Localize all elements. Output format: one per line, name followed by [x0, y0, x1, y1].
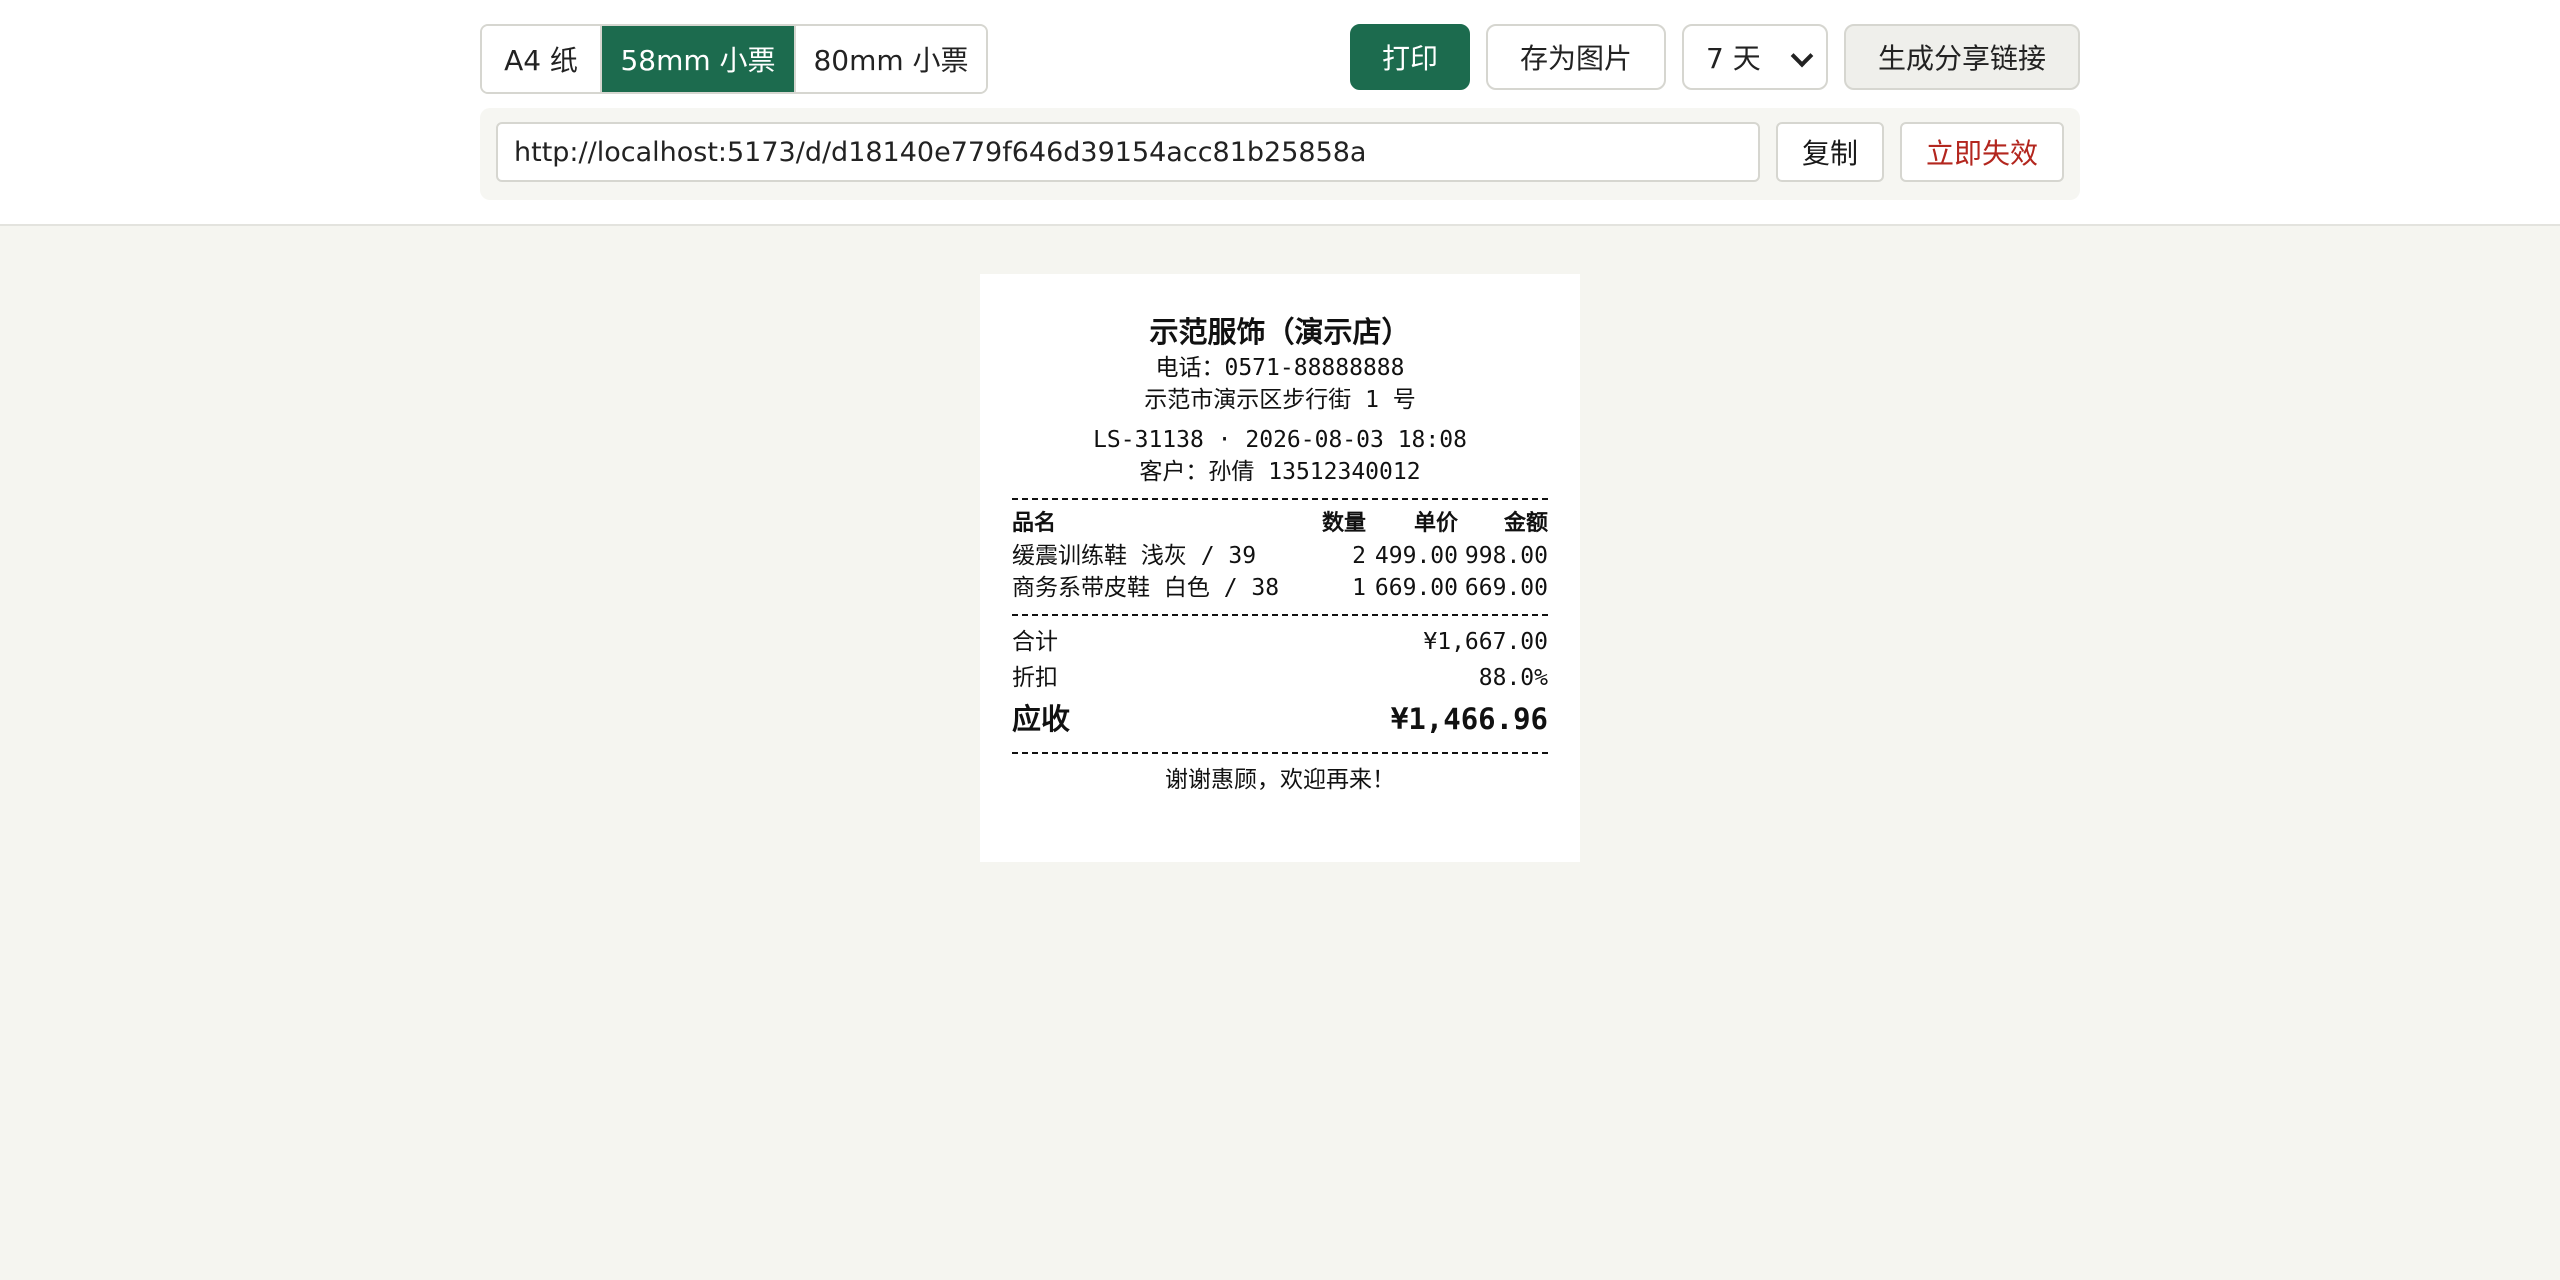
paper-size-selector: A4 纸 58mm 小票 80mm 小票	[480, 24, 988, 94]
divider	[1012, 752, 1548, 754]
shop-phone: 电话：0571-88888888	[1155, 355, 1405, 381]
item-amount: 669.00	[1464, 575, 1548, 601]
item-row: 商务系带皮鞋 白色 / 38 1 669.00 669.00	[1012, 572, 1548, 604]
share-url-input[interactable]	[496, 122, 1760, 182]
paper-option-a4[interactable]: A4 纸	[482, 26, 600, 92]
items-header: 品名 数量 单价 金额	[1012, 508, 1548, 540]
toolbar: A4 纸 58mm 小票 80mm 小票 打印 存为图片 7 天 生成分享链接 …	[0, 0, 2560, 226]
expiry-select[interactable]: 7 天	[1682, 24, 1828, 90]
expiry-select-value: 7 天	[1706, 42, 1761, 75]
shop-name: 示范服饰（演示店）	[1149, 315, 1411, 349]
save-image-button[interactable]: 存为图片	[1486, 24, 1666, 90]
customer-line: 客户：孙倩 13512340012	[1139, 459, 1421, 485]
thanks-message: 谢谢惠顾，欢迎再来！	[1165, 767, 1395, 793]
item-amount: 998.00	[1464, 543, 1548, 569]
header-amount: 金额	[1503, 511, 1548, 536]
subtotal-row: 合计 ¥1,667.00	[1012, 624, 1548, 660]
header-price: 单价	[1413, 511, 1458, 536]
subtotal-label: 合计	[1012, 629, 1058, 655]
copy-link-button[interactable]: 复制	[1776, 122, 1884, 182]
chevron-down-icon	[1790, 44, 1814, 68]
amount-due-value: ¥1,466.96	[1390, 702, 1548, 736]
amount-due-label: 应收	[1012, 702, 1071, 736]
item-name: 缓震训练鞋 浅灰 / 39	[1012, 543, 1257, 569]
item-row: 缓震训练鞋 浅灰 / 39 2 499.00 998.00	[1012, 540, 1548, 572]
amount-due-row: 应收 ¥1,466.96	[1012, 696, 1548, 742]
print-button[interactable]: 打印	[1350, 24, 1470, 90]
item-qty: 1	[1352, 575, 1366, 601]
revoke-link-button[interactable]: 立即失效	[1900, 122, 2064, 182]
order-line: LS-31138 · 2026-08-03 18:08	[1093, 427, 1467, 453]
paper-option-58mm[interactable]: 58mm 小票	[600, 26, 794, 92]
item-qty: 2	[1352, 543, 1366, 569]
receipt-preview: 示范服饰（演示店） 电话：0571-88888888 示范市演示区步行街 1 号…	[980, 274, 1580, 862]
generate-share-link-button[interactable]: 生成分享链接	[1844, 24, 2080, 90]
item-name: 商务系带皮鞋 白色 / 38	[1012, 575, 1280, 601]
header-qty: 数量	[1321, 511, 1366, 536]
divider	[1012, 614, 1548, 616]
paper-option-80mm[interactable]: 80mm 小票	[794, 26, 986, 92]
header-name: 品名	[1012, 511, 1057, 536]
subtotal-value: ¥1,667.00	[1423, 629, 1548, 655]
item-price: 669.00	[1374, 575, 1458, 601]
share-link-bar: 复制 立即失效	[480, 108, 2080, 200]
discount-row: 折扣 88.0%	[1012, 660, 1548, 696]
item-price: 499.00	[1374, 543, 1458, 569]
discount-value: 88.0%	[1478, 665, 1548, 691]
divider	[1012, 498, 1548, 500]
shop-address: 示范市演示区步行街 1 号	[1144, 387, 1416, 413]
discount-label: 折扣	[1012, 665, 1058, 691]
